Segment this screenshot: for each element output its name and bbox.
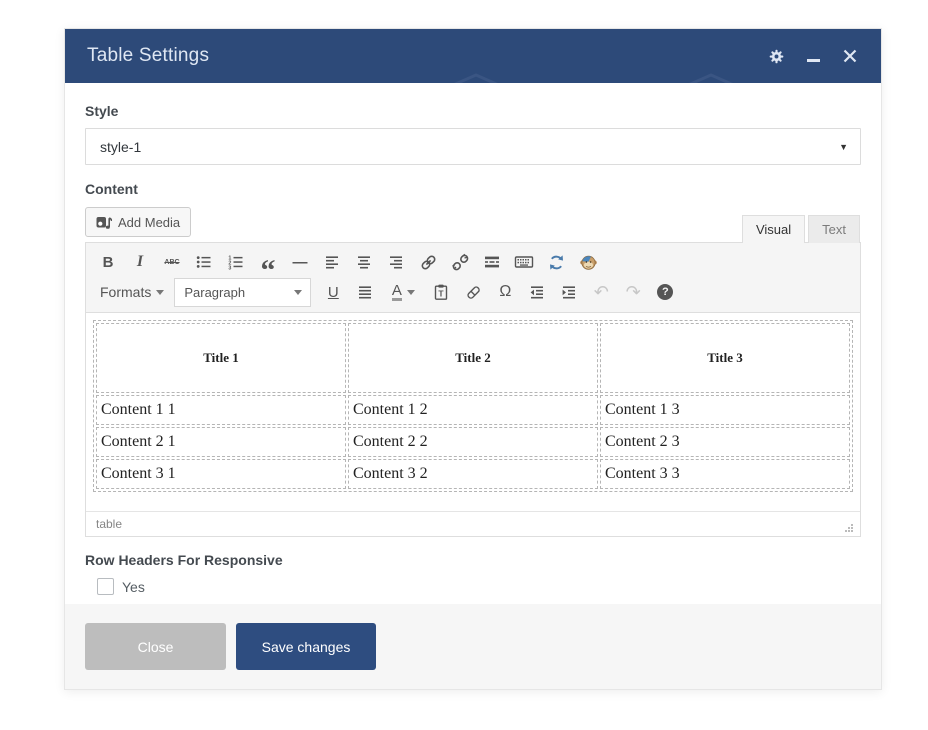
table-cell[interactable]: Content 2 1: [96, 427, 346, 457]
row-headers-section: Row Headers For Responsive Yes: [85, 552, 861, 595]
editor-content-area[interactable]: Title 1 Title 2 Title 3 Content 1 1 Cont…: [86, 313, 860, 511]
table-cell[interactable]: Content 2 2: [348, 427, 598, 457]
editor-frame: B I ABC 1 2 3: [85, 242, 861, 537]
read-more-icon[interactable]: [478, 249, 506, 275]
tab-visual[interactable]: Visual: [742, 215, 805, 243]
justify-icon[interactable]: [351, 279, 379, 305]
indent-icon[interactable]: [555, 279, 583, 305]
chevron-down-icon: ▼: [839, 142, 848, 152]
refresh-arrows-icon[interactable]: [542, 249, 570, 275]
formats-dropdown[interactable]: Formats: [94, 279, 170, 305]
add-media-label: Add Media: [118, 215, 180, 230]
row-headers-checkbox-label: Yes: [122, 579, 145, 595]
bullet-list-icon[interactable]: [190, 249, 218, 275]
close-icon[interactable]: [841, 47, 859, 65]
row-headers-checkbox[interactable]: [97, 578, 114, 595]
editor-mode-tabs: Visual Text: [742, 214, 860, 242]
row-headers-checkbox-row: Yes: [97, 578, 861, 595]
special-character-button[interactable]: Ω: [491, 279, 519, 305]
table-header-cell[interactable]: Title 2: [348, 323, 598, 393]
toolbar-row-1: B I ABC 1 2 3: [94, 247, 852, 277]
style-select-value: style-1: [100, 139, 141, 155]
paragraph-dropdown[interactable]: Paragraph: [174, 278, 311, 307]
row-headers-label: Row Headers For Responsive: [85, 552, 861, 568]
modal-title: Table Settings: [87, 45, 209, 67]
minimize-icon[interactable]: [804, 47, 822, 65]
paste-as-text-icon[interactable]: T: [427, 279, 455, 305]
bold-button[interactable]: B: [94, 249, 122, 275]
outdent-icon[interactable]: [523, 279, 551, 305]
editor-toolbar: B I ABC 1 2 3: [86, 243, 860, 313]
save-changes-button[interactable]: Save changes: [236, 623, 376, 670]
resize-grip-icon[interactable]: [844, 523, 854, 533]
keyboard-icon[interactable]: [510, 249, 538, 275]
strikethrough-button[interactable]: ABC: [158, 249, 186, 275]
chevron-down-icon: [156, 290, 164, 295]
modal-body: Style style-1 ▼ Content Add Media: [65, 83, 881, 604]
align-center-icon[interactable]: [350, 249, 378, 275]
undo-button[interactable]: ↶: [587, 279, 615, 305]
table-cell[interactable]: Content 1 1: [96, 395, 346, 425]
mailchimp-monkey-icon[interactable]: [574, 249, 602, 275]
unlink-icon[interactable]: [446, 249, 474, 275]
add-media-button[interactable]: Add Media: [85, 207, 191, 237]
media-icon: [96, 215, 112, 230]
table-row: Content 1 1 Content 1 2 Content 1 3: [96, 395, 850, 425]
chevron-down-icon: [407, 290, 415, 295]
table-header-row: Title 1 Title 2 Title 3: [96, 323, 850, 393]
blockquote-button[interactable]: “: [254, 249, 282, 275]
link-icon[interactable]: [414, 249, 442, 275]
editor-top-bar: Add Media Visual Text: [85, 206, 861, 242]
gear-icon[interactable]: [767, 47, 785, 65]
table-header-cell[interactable]: Title 1: [96, 323, 346, 393]
table-settings-modal: Table Settings: [64, 28, 882, 690]
align-left-icon[interactable]: [318, 249, 346, 275]
close-button[interactable]: Close: [85, 623, 226, 670]
style-select[interactable]: style-1 ▼: [85, 128, 861, 165]
toolbar-row-2: Formats Paragraph U: [94, 277, 852, 307]
text-color-button[interactable]: A: [383, 279, 423, 305]
modal-header: Table Settings: [65, 29, 881, 83]
numbered-list-icon[interactable]: 1 2 3: [222, 249, 250, 275]
tab-text[interactable]: Text: [808, 215, 860, 243]
table-row: Content 2 1 Content 2 2 Content 2 3: [96, 427, 850, 457]
content-label: Content: [85, 181, 861, 197]
editor-statusbar: table: [86, 511, 860, 536]
chevron-down-icon: [294, 290, 302, 295]
table-cell[interactable]: Content 3 3: [600, 459, 850, 489]
editor-table: Title 1 Title 2 Title 3 Content 1 1 Cont…: [93, 320, 853, 492]
table-row: Content 3 1 Content 3 2 Content 3 3: [96, 459, 850, 489]
table-cell[interactable]: Content 1 2: [348, 395, 598, 425]
table-cell[interactable]: Content 1 3: [600, 395, 850, 425]
table-cell[interactable]: Content 2 3: [600, 427, 850, 457]
horizontal-rule-button[interactable]: —: [286, 249, 314, 275]
header-actions: [767, 47, 859, 65]
redo-button[interactable]: ↷: [619, 279, 647, 305]
eraser-icon[interactable]: [459, 279, 487, 305]
table-cell[interactable]: Content 3 1: [96, 459, 346, 489]
help-icon[interactable]: ?: [651, 279, 679, 305]
element-path[interactable]: table: [96, 517, 122, 531]
align-right-icon[interactable]: [382, 249, 410, 275]
style-label: Style: [85, 103, 861, 119]
table-header-cell[interactable]: Title 3: [600, 323, 850, 393]
italic-button[interactable]: I: [126, 249, 154, 275]
svg-text:T: T: [439, 288, 445, 298]
svg-text:3: 3: [228, 265, 231, 271]
underline-button[interactable]: U: [319, 279, 347, 305]
modal-footer: Close Save changes: [65, 604, 881, 689]
table-cell[interactable]: Content 3 2: [348, 459, 598, 489]
